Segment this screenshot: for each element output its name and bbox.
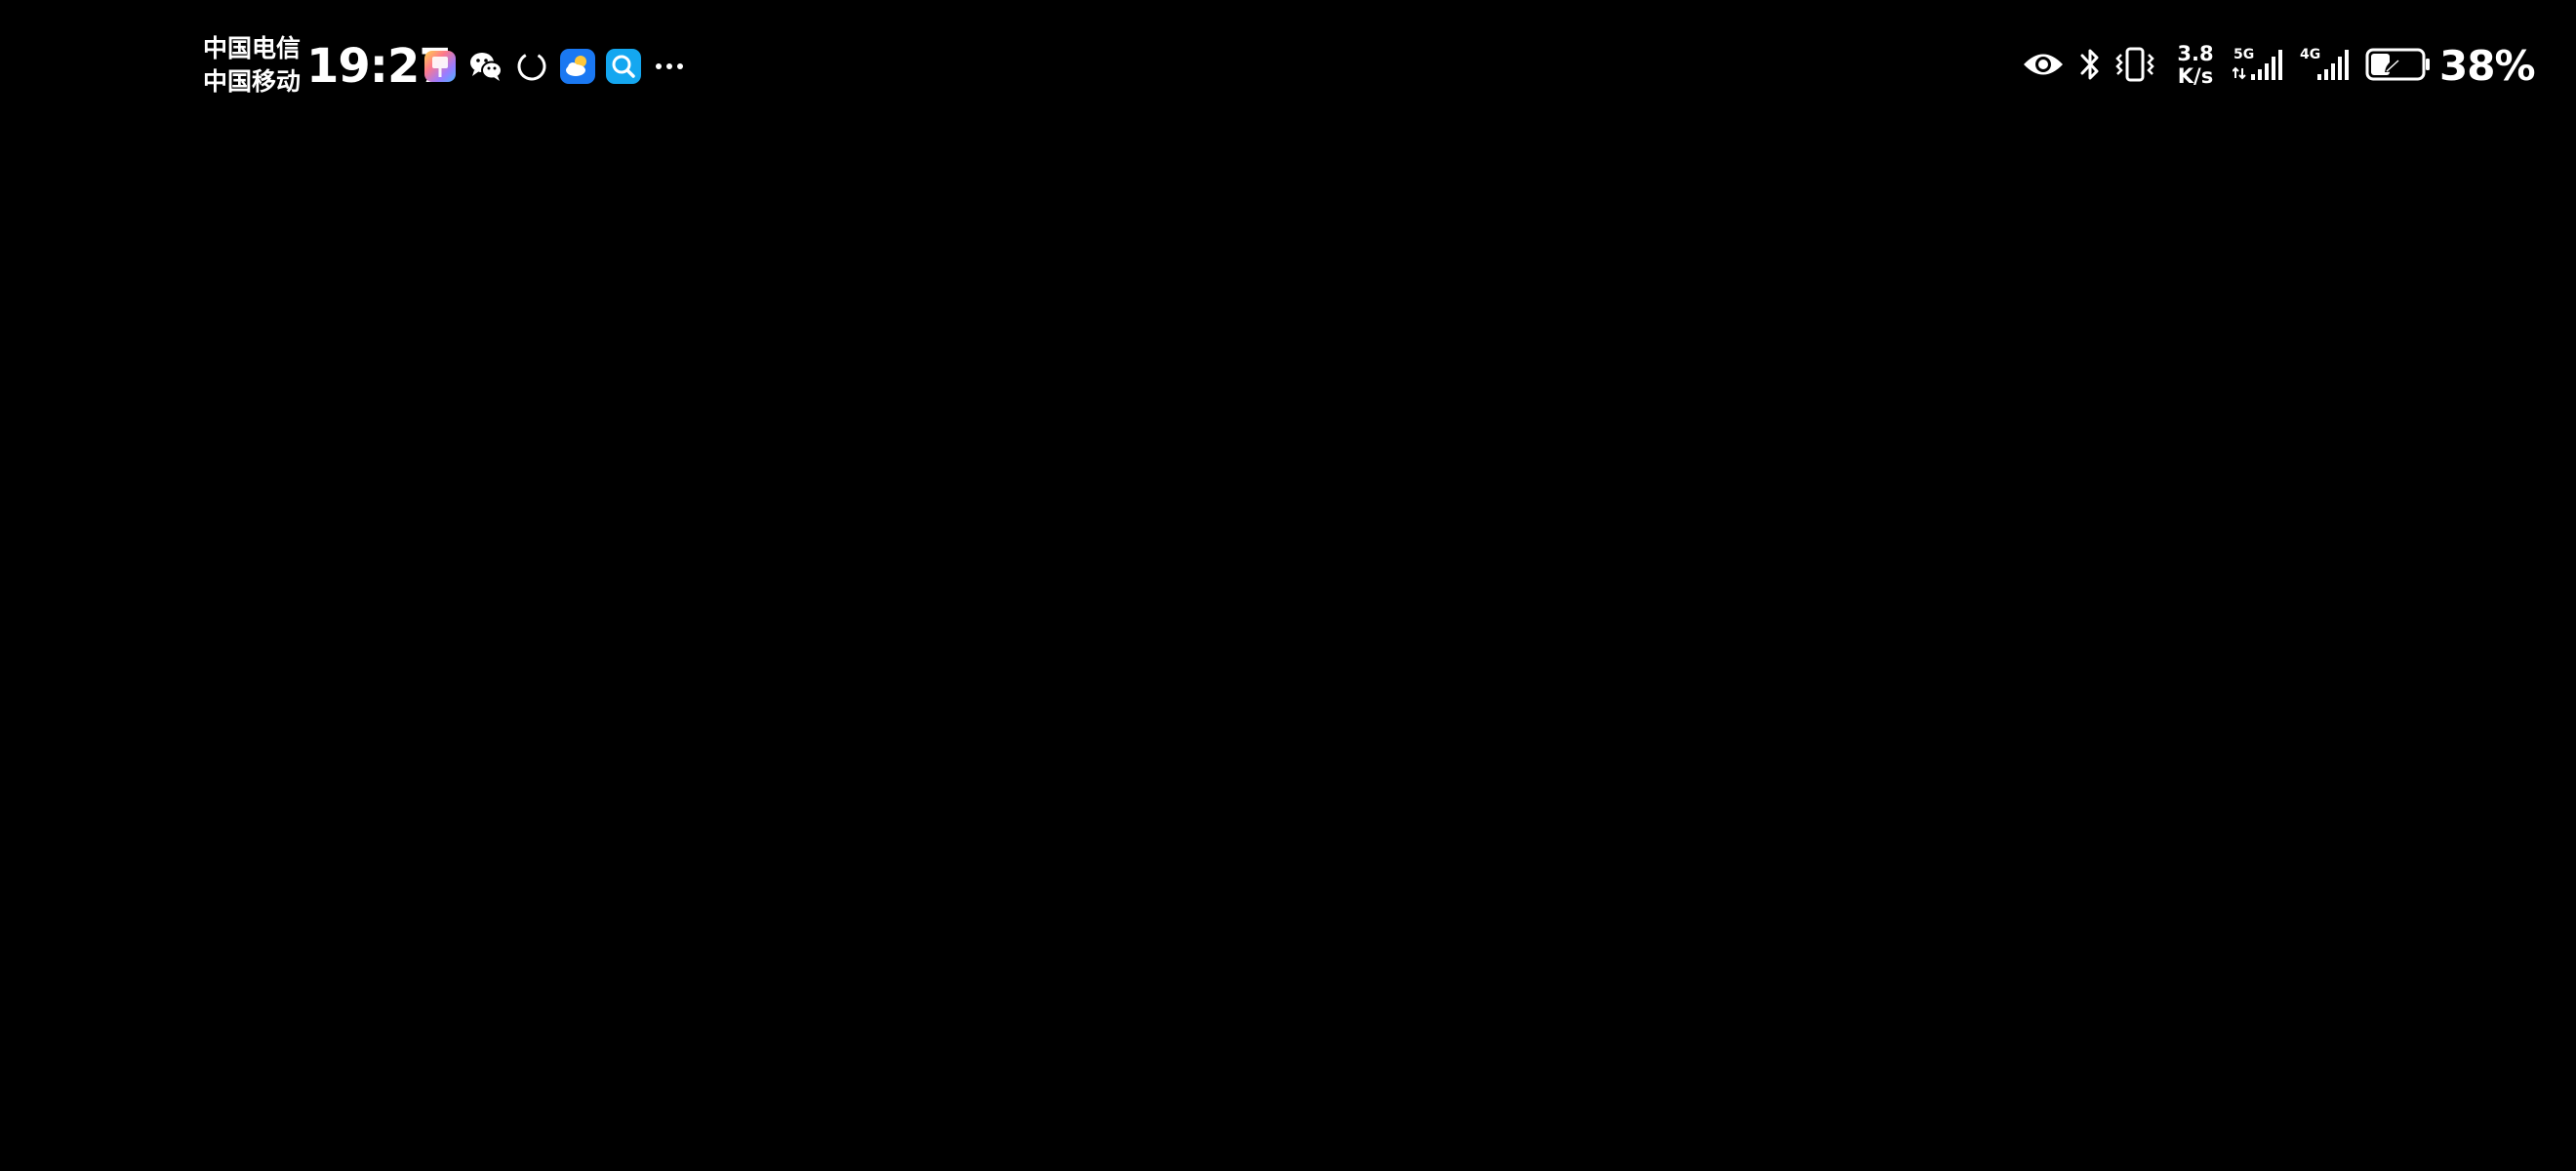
bluetooth-icon xyxy=(2076,45,2104,84)
signal-5g-label: 5G xyxy=(2234,47,2254,62)
battery-percentage: 38% xyxy=(2439,42,2536,90)
weather-app-icon xyxy=(560,49,595,84)
carrier-1: 中国电信 xyxy=(203,34,302,62)
network-speed: 3.8 K/s xyxy=(2172,43,2219,88)
wechat-icon xyxy=(468,49,503,84)
signal-4g-label: 4G xyxy=(2300,47,2320,62)
carrier-2: 中国移动 xyxy=(203,67,302,96)
loading-circle-icon xyxy=(514,49,549,84)
screen: 中国电信 中国移动 19:27 3.8 K/s 5G 4G 38% xyxy=(0,0,2576,1171)
signal-5g-icon: 5G xyxy=(2233,45,2289,84)
battery-saver-icon xyxy=(2365,47,2432,82)
network-speed-unit: K/s xyxy=(2177,64,2214,88)
vibrate-icon xyxy=(2113,45,2157,84)
status-bar: 中国电信 中国移动 19:27 3.8 K/s 5G 4G 38% xyxy=(0,0,2576,132)
network-speed-value: 3.8 xyxy=(2177,42,2214,65)
notification-icons xyxy=(423,47,698,86)
gallery-app-icon xyxy=(423,49,458,84)
search-app-icon xyxy=(606,49,641,84)
eye-comfort-icon xyxy=(2022,47,2065,82)
carrier-labels: 中国电信 中国移动 xyxy=(203,32,304,99)
signal-4g-icon: 4G xyxy=(2299,45,2355,84)
more-dots-icon xyxy=(652,49,687,84)
